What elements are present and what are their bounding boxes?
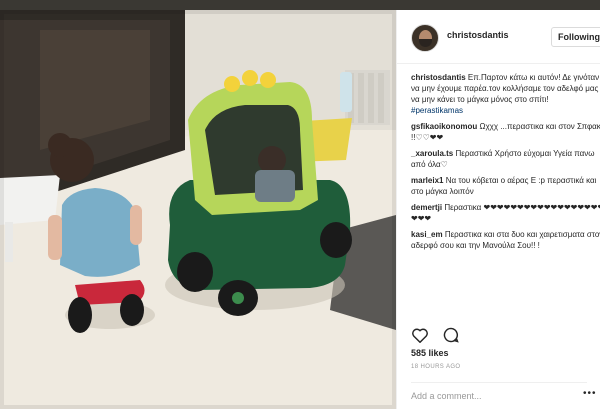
comments-list: christosdantis Επ.Παρτον κάτω κι αυτόν! … xyxy=(411,72,600,256)
comment-username[interactable]: marleix1 xyxy=(411,176,443,185)
comment-icon[interactable] xyxy=(443,327,460,343)
more-options-button[interactable]: ••• xyxy=(583,388,597,399)
photo-scene xyxy=(0,10,396,409)
comment-username[interactable]: demertji xyxy=(411,203,442,212)
instagram-post-view: christosdantis Following christosdantis … xyxy=(0,0,600,409)
likes-count[interactable]: 585 likes xyxy=(411,348,449,358)
header-username[interactable]: christosdantis xyxy=(447,30,509,40)
comment-username[interactable]: christosdantis xyxy=(411,73,466,82)
list-item: gsfikaoikonomou Ωχχχ ...περαστικα και στ… xyxy=(411,121,600,143)
action-bar xyxy=(411,326,469,346)
top-strip xyxy=(0,0,600,10)
post-photo[interactable] xyxy=(0,10,396,409)
post-timestamp: 18 HOURS AGO xyxy=(411,364,461,370)
list-item: demertji Περαστικα ❤❤❤❤❤❤❤❤❤❤❤❤❤❤❤❤❤❤❤❤❤ xyxy=(411,202,600,224)
list-item: kasi_em Περαστικα και στα δυο και χαιρετ… xyxy=(411,229,600,251)
comment-username[interactable]: _xaroula.ts xyxy=(411,149,453,158)
add-comment-input[interactable]: Add a comment... xyxy=(411,382,587,401)
comment-username[interactable]: kasi_em xyxy=(411,230,443,239)
list-item: marleix1 Να του κόβεται ο αέρας Ε :p περ… xyxy=(411,175,600,197)
hashtag-link[interactable]: #perastikamas xyxy=(411,105,600,116)
heart-icon[interactable] xyxy=(411,327,429,343)
caption-comment: christosdantis Επ.Παρτον κάτω κι αυτόν! … xyxy=(411,72,600,116)
avatar[interactable] xyxy=(411,24,439,52)
post-header: christosdantis Following xyxy=(397,10,600,64)
comment-username[interactable]: gsfikaoikonomou xyxy=(411,122,477,131)
post-side-panel: christosdantis Following christosdantis … xyxy=(396,10,600,409)
list-item: _xaroula.ts Περαστικά Χρήστο εύχομαι Υγε… xyxy=(411,148,600,170)
following-button[interactable]: Following xyxy=(551,27,600,47)
